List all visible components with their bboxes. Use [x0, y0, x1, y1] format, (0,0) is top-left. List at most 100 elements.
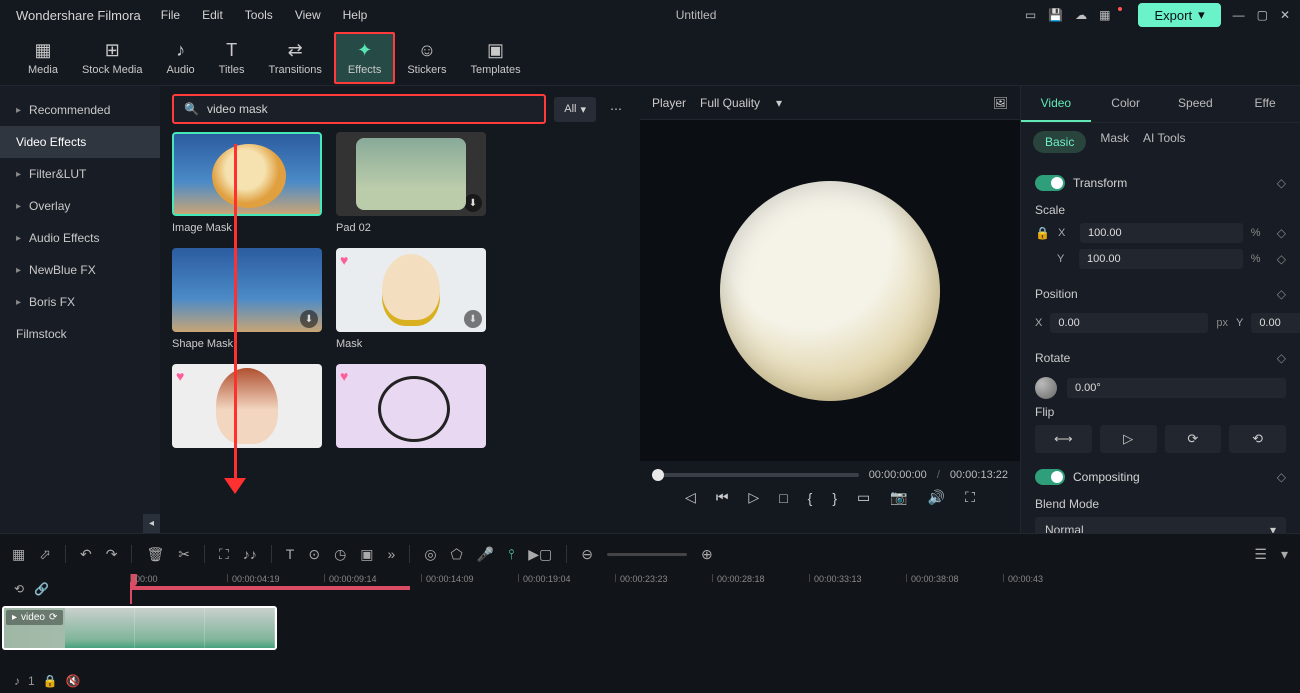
keyframe-icon[interactable]: ◇ — [1277, 226, 1286, 240]
download-icon[interactable]: ⬇ — [464, 194, 482, 212]
speed-icon[interactable]: ⊙ — [308, 546, 320, 563]
scale-y-input[interactable] — [1079, 249, 1243, 269]
stop-button[interactable]: □ — [779, 490, 787, 506]
subtab-mask[interactable]: Mask — [1100, 131, 1129, 153]
timer-icon[interactable]: ◷ — [334, 546, 346, 563]
text-tool-icon[interactable]: T — [286, 546, 295, 562]
effect-card[interactable]: ⬇Shape Mask — [172, 248, 322, 350]
cat-filmstock[interactable]: Filmstock — [0, 318, 160, 350]
scale-x-input[interactable] — [1080, 223, 1243, 243]
flip-vertical-button[interactable]: ▷ — [1100, 425, 1157, 453]
rotate-input[interactable] — [1067, 378, 1286, 398]
insp-tab-video[interactable]: Video — [1021, 86, 1091, 122]
minimize-button[interactable]: — — [1233, 8, 1245, 22]
cat-filter-lut[interactable]: ▸Filter&LUT — [0, 158, 160, 190]
heart-icon[interactable]: ♥ — [340, 252, 348, 268]
zoom-in-button[interactable]: ⊕ — [701, 546, 713, 563]
keyframe-icon[interactable]: ◇ — [1277, 470, 1286, 484]
redo-button[interactable]: ↷ — [106, 546, 118, 563]
effect-card[interactable]: ♥ — [172, 364, 322, 454]
lock-icon[interactable]: 🔒 — [43, 674, 58, 688]
download-icon[interactable]: ⬇ — [464, 310, 482, 328]
transform-toggle[interactable] — [1035, 175, 1065, 191]
volume-icon[interactable]: 🔊 — [928, 489, 945, 506]
more-tools-icon[interactable]: » — [388, 546, 396, 562]
menu-view[interactable]: View — [295, 8, 321, 22]
menu-file[interactable]: File — [161, 8, 180, 22]
snapshot-icon[interactable]: 🖼 — [993, 96, 1008, 110]
music-icon[interactable]: ♪♪ — [243, 546, 257, 562]
tab-stickers[interactable]: ☺Stickers — [395, 34, 458, 82]
effect-card[interactable]: ♥⬇Mask — [336, 248, 486, 350]
prev-frame-button[interactable]: ◁ — [685, 489, 696, 506]
keyframe-icon[interactable]: ◇ — [1277, 252, 1286, 266]
quality-select[interactable]: Full Quality▾ — [700, 96, 782, 110]
compare-button[interactable]: ▭ — [857, 489, 870, 506]
close-button[interactable]: ✕ — [1280, 8, 1290, 22]
tab-media[interactable]: ▦Media — [16, 34, 70, 82]
tab-audio[interactable]: ♪Audio — [155, 34, 207, 82]
export-button[interactable]: Export▾ — [1138, 3, 1220, 27]
download-icon[interactable]: ⬇ — [300, 310, 318, 328]
color-icon[interactable]: ▣ — [360, 546, 373, 563]
cat-newblue[interactable]: ▸NewBlue FX — [0, 254, 160, 286]
camera-icon[interactable]: 📷 — [890, 489, 907, 506]
play-button[interactable]: ▷ — [748, 489, 759, 506]
cat-audio-effects[interactable]: ▸Audio Effects — [0, 222, 160, 254]
mixer-icon[interactable]: ⫯ — [508, 546, 514, 563]
keyframe-icon[interactable]: ◇ — [1277, 351, 1286, 365]
tab-titles[interactable]: TTitles — [207, 34, 257, 82]
effect-card[interactable]: ♥ — [336, 364, 486, 454]
step-back-button[interactable]: ⏮ — [716, 489, 729, 506]
keyframe-icon[interactable]: ◇ — [1277, 287, 1286, 301]
delete-icon[interactable]: 🗑 — [146, 546, 164, 563]
menu-help[interactable]: Help — [343, 8, 368, 22]
chevron-down-icon[interactable]: ▾ — [1281, 546, 1288, 563]
flip-horizontal-button[interactable]: ⟷ — [1035, 425, 1092, 453]
mark-in-button[interactable]: { — [808, 490, 813, 506]
auto-ripple-icon[interactable]: ⟲ — [14, 582, 24, 596]
effect-card[interactable]: ⬇Pad 02 — [336, 132, 486, 234]
insp-tab-speed[interactable]: Speed — [1161, 86, 1231, 122]
select-icon[interactable]: ⬀ — [39, 546, 51, 563]
keyframe-icon[interactable]: ◇ — [1277, 176, 1286, 190]
menu-edit[interactable]: Edit — [202, 8, 223, 22]
rotate-dial[interactable] — [1035, 377, 1057, 399]
cat-overlay[interactable]: ▸Overlay — [0, 190, 160, 222]
fullscreen-button[interactable]: ⛶ — [965, 489, 975, 506]
cat-boris[interactable]: ▸Boris FX — [0, 286, 160, 318]
pos-x-input[interactable] — [1050, 313, 1208, 333]
time-ruler[interactable]: 00:0000:00:04:1900:00:09:1400:00:14:0900… — [130, 574, 1300, 604]
menu-tools[interactable]: Tools — [245, 8, 273, 22]
tab-stock-media[interactable]: ⊞Stock Media — [70, 34, 155, 82]
compositing-toggle[interactable] — [1035, 469, 1065, 485]
subtab-basic[interactable]: Basic — [1033, 131, 1086, 153]
cut-icon[interactable]: ✂ — [178, 546, 190, 563]
apps-icon[interactable]: ▦ — [1099, 8, 1110, 22]
save-icon[interactable]: 💾 — [1048, 8, 1063, 22]
search-filter[interactable]: All▾ — [554, 97, 596, 122]
lock-icon[interactable]: 🔒 — [1035, 226, 1050, 240]
collapse-sidebar-button[interactable]: ◂ — [143, 514, 160, 533]
mute-icon[interactable]: 🔇 — [66, 674, 81, 688]
cat-recommended[interactable]: ▸Recommended — [0, 94, 160, 126]
tab-effects[interactable]: ✦Effects — [334, 32, 395, 84]
blend-mode-select[interactable]: Normal▾ — [1035, 517, 1286, 533]
device-icon[interactable]: ▭ — [1025, 8, 1036, 22]
seek-slider[interactable] — [652, 473, 859, 477]
subtab-ai[interactable]: AI Tools — [1143, 131, 1185, 153]
shield-icon[interactable]: ⬠ — [451, 546, 463, 563]
zoom-slider[interactable] — [607, 553, 687, 556]
heart-icon[interactable]: ♥ — [176, 368, 184, 384]
video-clip[interactable]: ▸video⟳ — [2, 606, 277, 650]
maximize-button[interactable]: ▢ — [1257, 8, 1268, 22]
link-icon[interactable]: 🔗 — [34, 582, 49, 596]
insp-tab-effects[interactable]: Effe — [1230, 86, 1300, 122]
zoom-out-button[interactable]: ⊖ — [581, 546, 593, 563]
tab-transitions[interactable]: ⇄Transitions — [257, 34, 334, 82]
heart-icon[interactable]: ♥ — [340, 368, 348, 384]
rotate-ccw-button[interactable]: ⟲ — [1229, 425, 1286, 453]
track-options-icon[interactable]: ☰ — [1254, 546, 1267, 563]
mic-icon[interactable]: 🎤 — [477, 546, 494, 563]
effect-card[interactable]: Image Mask — [172, 132, 322, 234]
